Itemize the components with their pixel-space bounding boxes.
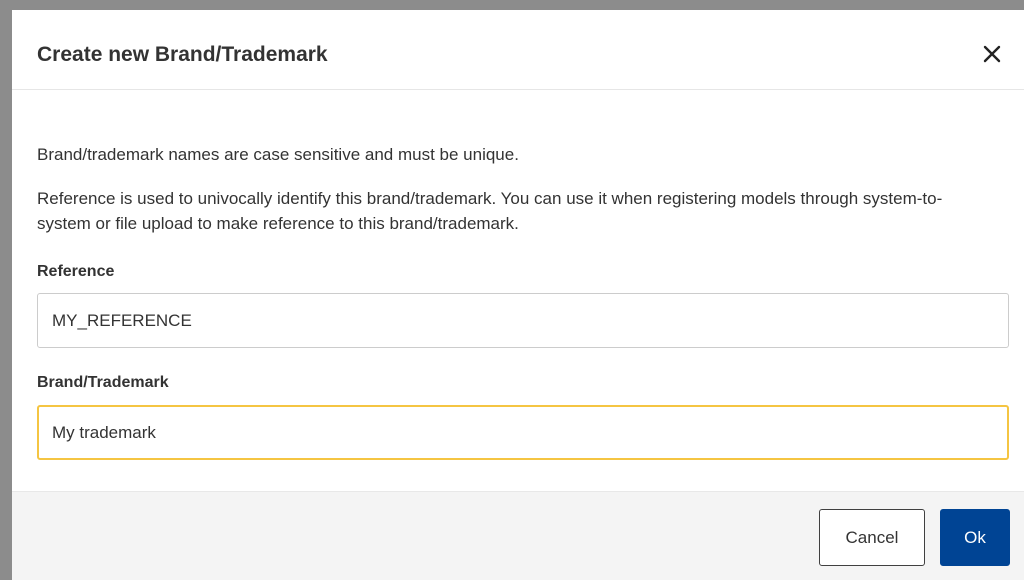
close-icon bbox=[983, 45, 1001, 63]
brand-trademark-input[interactable] bbox=[37, 405, 1009, 460]
close-button[interactable] bbox=[978, 40, 1006, 68]
ok-button[interactable]: Ok bbox=[940, 509, 1010, 566]
reference-description: Reference is used to univocally identify… bbox=[37, 189, 943, 233]
dialog-header: Create new Brand/Trademark bbox=[12, 10, 1024, 90]
dialog-title: Create new Brand/Trademark bbox=[37, 43, 328, 66]
dialog-footer: Cancel Ok bbox=[12, 491, 1024, 580]
brand-trademark-label: Brand/Trademark bbox=[37, 374, 169, 391]
reference-label: Reference bbox=[37, 263, 115, 280]
cancel-button[interactable]: Cancel bbox=[819, 509, 925, 566]
create-brand-dialog: Create new Brand/Trademark Brand/tradema… bbox=[12, 10, 1024, 580]
uniqueness-note: Brand/trademark names are case sensitive… bbox=[37, 145, 519, 164]
reference-input[interactable] bbox=[37, 293, 1009, 348]
